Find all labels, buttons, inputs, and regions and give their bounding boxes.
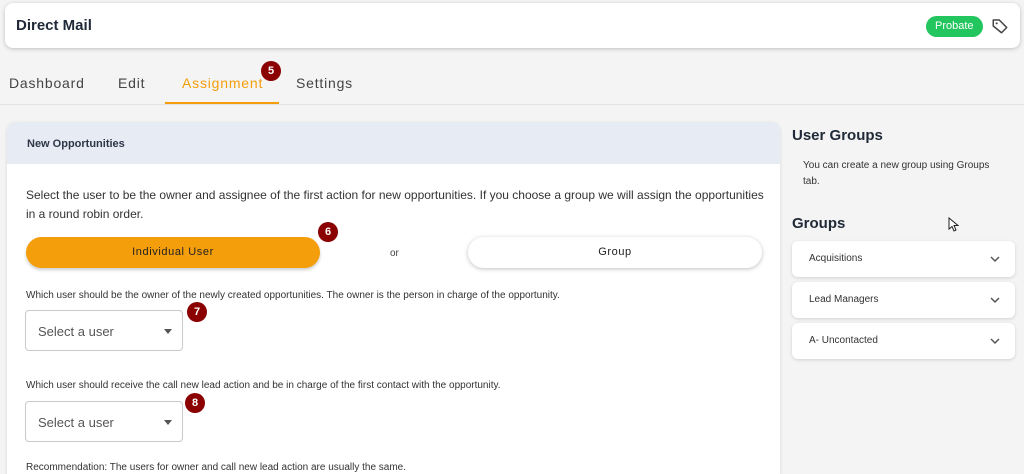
chevron-down-icon	[990, 338, 1000, 345]
caret-down-icon	[164, 420, 172, 425]
tab-edit[interactable]: Edit	[118, 75, 145, 91]
tab-bar: Dashboard Edit Assignment Settings	[0, 60, 1024, 105]
card-title: New Opportunities	[7, 122, 780, 164]
active-tab-indicator	[165, 102, 279, 104]
page-title: Direct Mail	[16, 17, 92, 34]
tab-assignment[interactable]: Assignment	[182, 75, 263, 91]
call-question: Which user should receive the call new l…	[26, 380, 501, 391]
owner-question: Which user should be the owner of the ne…	[26, 290, 560, 301]
chevron-down-icon	[990, 256, 1000, 263]
group-button[interactable]: Group	[468, 237, 762, 268]
step-marker: 5	[261, 61, 281, 81]
group-accordion-acquisitions[interactable]: Acquisitions	[792, 241, 1015, 277]
or-label: or	[390, 248, 399, 259]
user-groups-title: User Groups	[792, 127, 883, 144]
group-accordion-lead-managers[interactable]: Lead Managers	[792, 282, 1015, 318]
tab-settings[interactable]: Settings	[296, 75, 353, 91]
groups-title: Groups	[792, 215, 846, 232]
new-opportunities-card: New Opportunities Select the user to be …	[7, 122, 780, 474]
individual-user-button[interactable]: Individual User	[26, 237, 320, 268]
tag-icon[interactable]	[991, 17, 1009, 35]
call-select[interactable]: Select a user	[25, 401, 183, 442]
owner-select-value: Select a user	[38, 324, 114, 339]
step-marker: 6	[318, 222, 338, 242]
chevron-down-icon	[990, 297, 1000, 304]
top-bar: Direct Mail Probate	[5, 3, 1020, 48]
step-marker: 8	[185, 393, 205, 413]
status-badge[interactable]: Probate	[926, 16, 983, 37]
mouse-cursor-icon	[948, 217, 959, 232]
caret-down-icon	[164, 329, 172, 334]
group-label: Lead Managers	[809, 294, 879, 305]
user-groups-text: You can create a new group using Groups …	[803, 160, 990, 187]
card-description: Select the user to be the owner and assi…	[26, 188, 764, 221]
step-marker: 7	[187, 302, 207, 322]
owner-select[interactable]: Select a user	[25, 310, 183, 351]
call-select-value: Select a user	[38, 415, 114, 430]
group-label: A- Uncontacted	[809, 335, 878, 346]
tab-dashboard[interactable]: Dashboard	[9, 75, 85, 91]
group-accordion-uncontacted[interactable]: A- Uncontacted	[792, 323, 1015, 359]
group-label: Acquisitions	[809, 253, 863, 264]
recommendation-text: Recommendation: The users for owner and …	[26, 462, 407, 473]
